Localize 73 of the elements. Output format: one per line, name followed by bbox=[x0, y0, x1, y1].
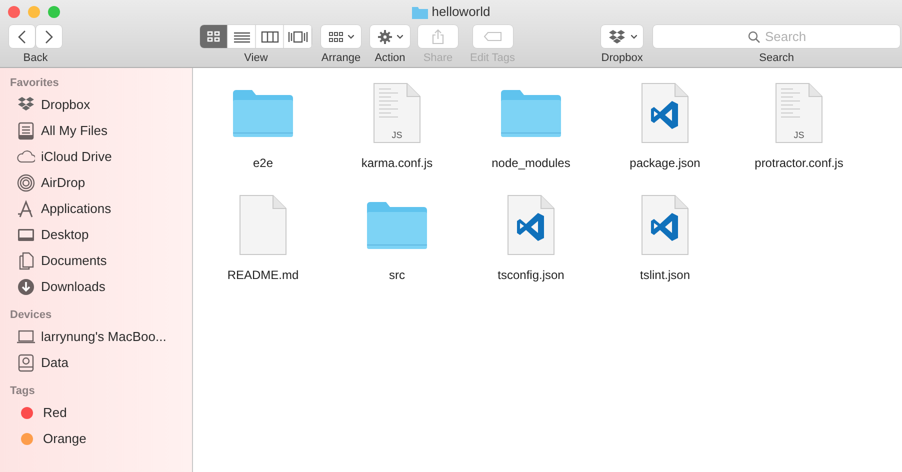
sidebar-item[interactable]: All My Files bbox=[0, 118, 192, 144]
forward-button[interactable] bbox=[36, 25, 62, 48]
toolbar-label: Arrange bbox=[321, 52, 361, 65]
file-name[interactable]: tsconfig.json bbox=[498, 266, 564, 284]
sidebar-section-header: Favorites bbox=[9, 76, 60, 91]
caret-icon bbox=[396, 34, 402, 38]
sidebar-section-header: Devices bbox=[9, 308, 53, 323]
download-icon bbox=[17, 278, 35, 296]
file-name[interactable]: package.json bbox=[630, 154, 700, 172]
file-name[interactable]: e2e bbox=[252, 154, 274, 172]
display-icon bbox=[17, 226, 35, 244]
file-name[interactable]: src bbox=[389, 266, 405, 284]
toolbar-label: View bbox=[244, 52, 268, 65]
file-type-label: JS bbox=[392, 130, 402, 140]
icon-view-icon bbox=[206, 30, 220, 42]
caret-icon bbox=[348, 34, 354, 38]
folder-icon bbox=[232, 88, 294, 138]
column-view-icon bbox=[260, 30, 278, 42]
file-name[interactable]: node_modules bbox=[492, 154, 570, 172]
document-icon bbox=[776, 82, 822, 142]
toolbar-label: Dropbox bbox=[601, 52, 643, 65]
laptop-icon bbox=[17, 328, 35, 346]
sidebar-item[interactable]: Data bbox=[0, 350, 192, 376]
sidebar-item[interactable]: Desktop bbox=[0, 222, 192, 248]
sidebar-item[interactable]: Dropbox bbox=[0, 92, 192, 118]
sidebar-item[interactable]: iCloud Drive bbox=[0, 144, 192, 170]
folder-icon bbox=[366, 200, 428, 250]
dropbox-icon bbox=[608, 29, 626, 44]
search-icon bbox=[748, 31, 760, 43]
sidebar-item[interactable]: Documents bbox=[0, 248, 192, 274]
sidebar-item[interactable]: larrynung's MacBoo... bbox=[0, 324, 192, 350]
document-icon bbox=[374, 82, 420, 142]
visual-studio-code-file-icon bbox=[641, 194, 689, 256]
sidebar-item[interactable]: AirDrop bbox=[0, 170, 192, 196]
back-button[interactable] bbox=[9, 25, 35, 48]
list-view-icon bbox=[234, 30, 250, 42]
file-name[interactable]: protractor.conf.js bbox=[754, 154, 844, 172]
file-name[interactable]: README.md bbox=[227, 266, 299, 284]
dropbox-button[interactable] bbox=[601, 25, 644, 48]
arrange-button[interactable] bbox=[321, 25, 361, 48]
file-name[interactable]: karma.conf.js bbox=[361, 154, 433, 172]
action-button[interactable] bbox=[370, 25, 410, 48]
window-title: helloworld bbox=[432, 4, 490, 20]
cover-flow-icon bbox=[288, 30, 308, 42]
chevron-left-icon bbox=[18, 30, 26, 44]
inbox-icon bbox=[17, 122, 35, 140]
grid-icon bbox=[328, 32, 342, 42]
visual-studio-code-file-icon bbox=[507, 194, 555, 256]
file-type-label: JS bbox=[794, 130, 804, 140]
folder-icon bbox=[500, 88, 562, 138]
sidebar-item[interactable]: Applications bbox=[0, 196, 192, 222]
share-icon bbox=[432, 29, 444, 44]
sidebar-item[interactable]: Red bbox=[0, 400, 192, 426]
view-mode-tab[interactable] bbox=[200, 25, 228, 48]
tag-icon bbox=[484, 32, 502, 41]
folder-icon bbox=[412, 6, 428, 18]
airdrop-icon bbox=[17, 174, 35, 192]
sidebar-item[interactable]: Downloads bbox=[0, 274, 192, 300]
toolbar-label: Back bbox=[23, 52, 48, 65]
document-icon bbox=[239, 194, 287, 256]
sidebar-item[interactable]: Orange bbox=[0, 426, 192, 452]
applications-icon bbox=[17, 200, 35, 218]
caret-icon bbox=[630, 34, 637, 38]
sidebar-section-header: Tags bbox=[9, 384, 36, 399]
file-name[interactable]: tslint.json bbox=[640, 266, 690, 284]
search-field[interactable]: Search bbox=[653, 25, 900, 48]
visual-studio-code-file-icon bbox=[641, 82, 689, 144]
documents-icon bbox=[17, 252, 35, 270]
toolbar-label: Action bbox=[374, 52, 406, 65]
gear-icon bbox=[378, 30, 392, 44]
toolbar-label: Search bbox=[759, 52, 794, 65]
hard-drive-icon bbox=[17, 354, 35, 372]
chevron-right-icon bbox=[45, 30, 53, 44]
